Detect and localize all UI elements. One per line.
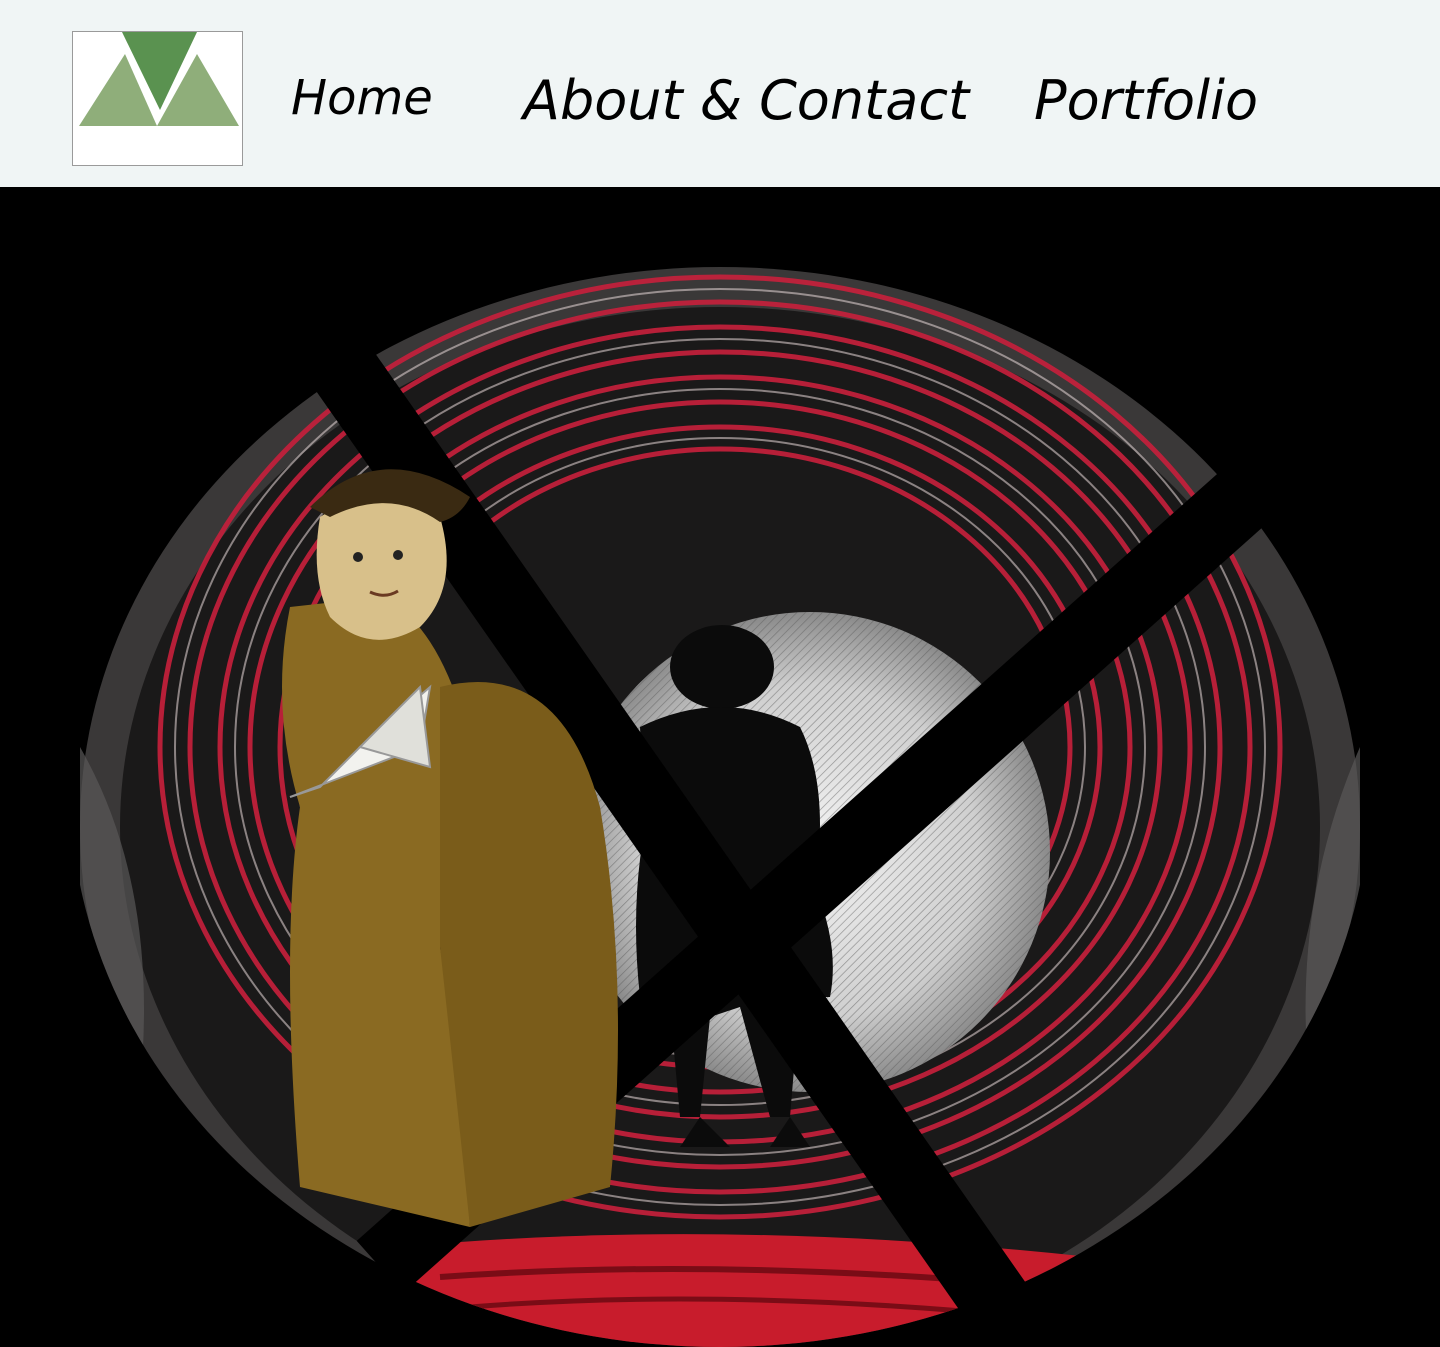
site-header: Home About & Contact Portfolio	[0, 0, 1440, 187]
hero-artwork	[0, 187, 1440, 1347]
nav-home-link[interactable]: Home	[291, 74, 433, 122]
mountain-logo-icon	[79, 32, 239, 126]
nav-about-contact-link[interactable]: About & Contact	[523, 74, 969, 128]
site-logo[interactable]	[72, 31, 243, 166]
tunnel-artwork-illustration	[80, 267, 1360, 1347]
nav-portfolio-link[interactable]: Portfolio	[1034, 74, 1258, 128]
